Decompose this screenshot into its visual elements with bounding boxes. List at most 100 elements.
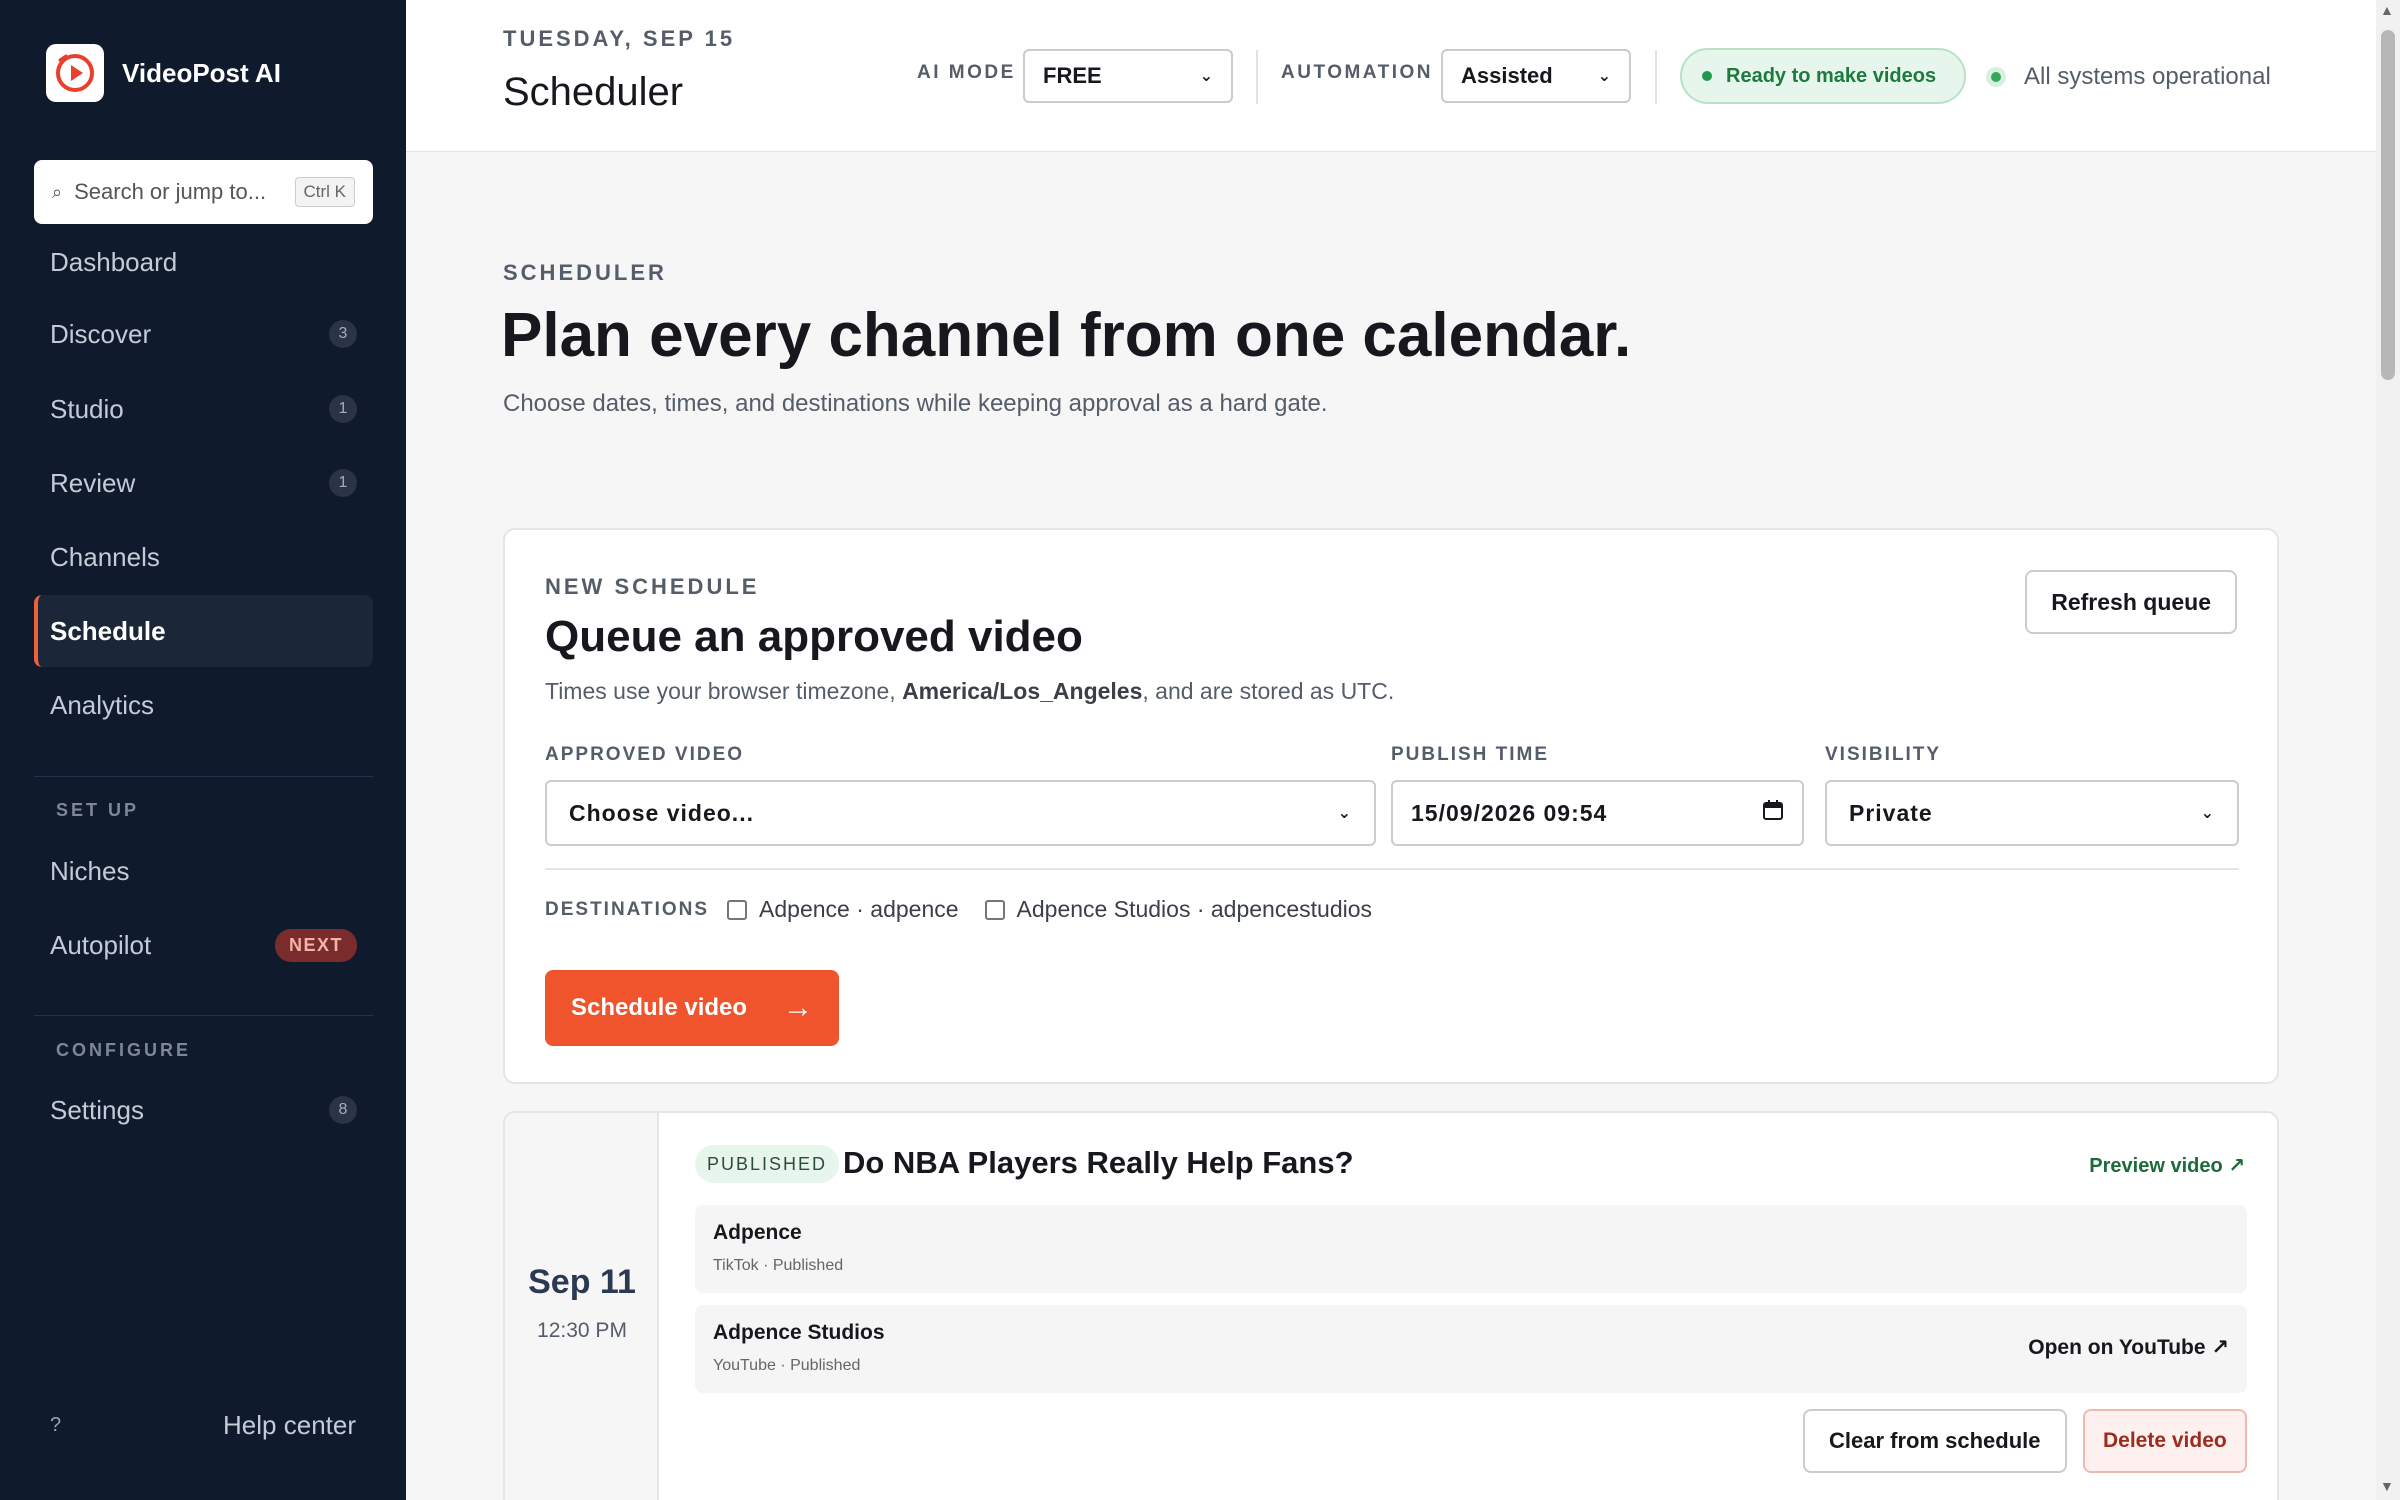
help-center-link[interactable]: ? Help center — [50, 1410, 356, 1441]
nav-item-dashboard[interactable]: Dashboard — [34, 226, 373, 298]
status-dot-icon — [1702, 71, 1712, 81]
entry-day: Sep 11 — [528, 1263, 636, 1301]
search-placeholder: Search or jump to... — [74, 179, 267, 204]
hero-title: Plan every channel from one calendar. — [501, 301, 1632, 370]
nav-item-autopilot[interactable]: Autopilot NEXT — [34, 909, 373, 981]
nav-item-studio[interactable]: Studio 1 — [34, 373, 373, 445]
entry-title: Do NBA Players Really Help Fans? — [843, 1145, 1354, 1180]
schedule-video-button[interactable]: Schedule video → — [545, 970, 839, 1046]
approved-video-label: APPROVED VIDEO — [545, 744, 745, 765]
destination-label: Adpence Studios · adpencestudios — [1016, 896, 1373, 922]
chevron-down-icon: ⌄ — [1597, 68, 1611, 85]
visibility-value: Private — [1849, 799, 1933, 826]
nav-item-review[interactable]: Review 1 — [34, 447, 373, 519]
open-on-youtube-link[interactable]: Open on YouTube ↗ — [2028, 1335, 2229, 1360]
chevron-down-icon: ⌄ — [1199, 68, 1213, 85]
top-bar: TUESDAY, SEP 15 Scheduler AI MODE FREE ⌄… — [406, 0, 2376, 152]
destination-label: Adpence · adpence — [759, 896, 959, 922]
refresh-queue-button[interactable]: Refresh queue — [2025, 570, 2237, 634]
sidebar: VideoPost AI ⌕ Search or jump to... Ctrl… — [0, 0, 406, 1500]
arrow-right-icon: → — [783, 991, 813, 1024]
ai-mode-value: FREE — [1043, 63, 1102, 88]
hero-subtitle: Choose dates, times, and destinations wh… — [503, 390, 1328, 417]
sidebar-divider — [34, 1015, 373, 1016]
search-icon: ⌕ — [52, 181, 63, 202]
brand[interactable]: VideoPost AI — [46, 44, 281, 102]
nav-item-label: Schedule — [50, 615, 166, 646]
card-eyebrow: NEW SCHEDULE — [545, 574, 760, 599]
automation-select[interactable]: Assisted ⌄ — [1441, 49, 1631, 103]
system-status: All systems operational — [1986, 63, 2271, 91]
timezone-value: America/Los_Angeles — [902, 678, 1143, 704]
help-center-label: Help center — [223, 1410, 356, 1440]
new-schedule-card: NEW SCHEDULE Queue an approved video Tim… — [503, 528, 2279, 1084]
scroll-up-icon[interactable]: ▲ — [2380, 2, 2394, 18]
nav-item-label: Settings — [50, 1094, 144, 1125]
subtitle-text: Times use your browser timezone, — [545, 678, 903, 704]
count-badge: 8 — [329, 1096, 357, 1124]
preview-video-link[interactable]: Preview video ↗ — [2089, 1153, 2245, 1178]
publish-time-label: PUBLISH TIME — [1391, 744, 1550, 765]
calendar-icon[interactable] — [1762, 799, 1784, 827]
ai-mode-label: AI MODE — [917, 62, 1016, 83]
next-badge: NEXT — [274, 928, 357, 962]
nav-item-settings[interactable]: Settings 8 — [34, 1074, 373, 1146]
visibility-label: VISIBILITY — [1825, 744, 1942, 765]
destination-card: Adpence Studios YouTube · Published Open… — [695, 1305, 2247, 1393]
nav-item-analytics[interactable]: Analytics — [34, 669, 373, 741]
hero-eyebrow: SCHEDULER — [503, 260, 667, 285]
entry-time: 12:30 PM — [537, 1319, 627, 1342]
toolbar-separator — [1655, 50, 1657, 104]
nav-item-label: Studio — [50, 393, 124, 424]
nav-item-label: Review — [50, 467, 136, 498]
ai-mode-select[interactable]: FREE ⌄ — [1023, 49, 1233, 103]
delete-video-button[interactable]: Delete video — [2083, 1409, 2247, 1473]
destination-option-adpence-studios[interactable]: Adpence Studios · adpencestudios — [984, 896, 1373, 923]
nav-item-label: Discover — [50, 318, 152, 349]
automation-label: AUTOMATION — [1281, 62, 1434, 83]
current-date: TUESDAY, SEP 15 — [503, 26, 736, 51]
destinations-label: DESTINATIONS — [545, 898, 710, 920]
ready-status-badge: Ready to make videos — [1680, 48, 1966, 104]
brand-logo-icon — [46, 44, 104, 102]
destination-checkbox[interactable] — [727, 899, 748, 920]
approved-video-select[interactable]: Choose video... ⌄ — [545, 780, 1376, 846]
nav-item-niches[interactable]: Niches — [34, 835, 373, 907]
scroll-down-icon[interactable]: ▼ — [2380, 1478, 2394, 1494]
card-divider — [545, 868, 2239, 870]
section-label-configure: CONFIGURE — [56, 1040, 191, 1060]
destination-name: Adpence Studios — [713, 1321, 885, 1344]
scroll-thumb[interactable] — [2381, 30, 2395, 380]
search-input[interactable]: ⌕ Search or jump to... Ctrl K — [34, 160, 373, 224]
card-subtitle: Times use your browser timezone, America… — [545, 678, 1394, 705]
page-scrollbar[interactable]: ▲ ▼ — [2376, 0, 2400, 1500]
approved-video-value: Choose video... — [569, 799, 754, 826]
clear-from-schedule-button[interactable]: Clear from schedule — [1803, 1409, 2067, 1473]
page-title: Scheduler — [503, 70, 684, 114]
destination-checkbox[interactable] — [984, 899, 1005, 920]
count-badge: 3 — [329, 320, 357, 348]
schedule-entry: Sep 11 12:30 PM PUBLISHED Do NBA Players… — [503, 1111, 2279, 1500]
nav-item-discover[interactable]: Discover 3 — [34, 298, 373, 370]
card-title: Queue an approved video — [545, 612, 1083, 661]
destination-name: Adpence — [713, 1221, 802, 1244]
entry-date-column: Sep 11 12:30 PM — [505, 1113, 659, 1500]
nav-item-schedule[interactable]: Schedule — [34, 595, 373, 667]
count-badge: 1 — [329, 395, 357, 423]
visibility-select[interactable]: Private ⌄ — [1825, 780, 2239, 846]
count-badge: 1 — [329, 469, 357, 497]
automation-value: Assisted — [1461, 63, 1553, 88]
sidebar-divider — [34, 776, 373, 777]
subtitle-text: , and are stored as UTC. — [1142, 678, 1395, 704]
nav-item-label: Niches — [50, 855, 130, 886]
nav-item-channels[interactable]: Channels — [34, 521, 373, 593]
nav-item-label: Channels — [50, 541, 160, 572]
publish-time-input[interactable]: 15/09/2026 09:54 — [1391, 780, 1804, 846]
nav-item-label: Analytics — [50, 689, 155, 720]
chevron-down-icon: ⌄ — [1337, 805, 1352, 822]
destination-meta: YouTube · Published — [713, 1357, 861, 1374]
system-status-text: All systems operational — [2024, 63, 2271, 90]
destination-option-adpence[interactable]: Adpence · adpence — [727, 896, 959, 923]
help-icon: ? — [50, 1414, 62, 1436]
destination-card: Adpence TikTok · Published — [695, 1205, 2247, 1293]
